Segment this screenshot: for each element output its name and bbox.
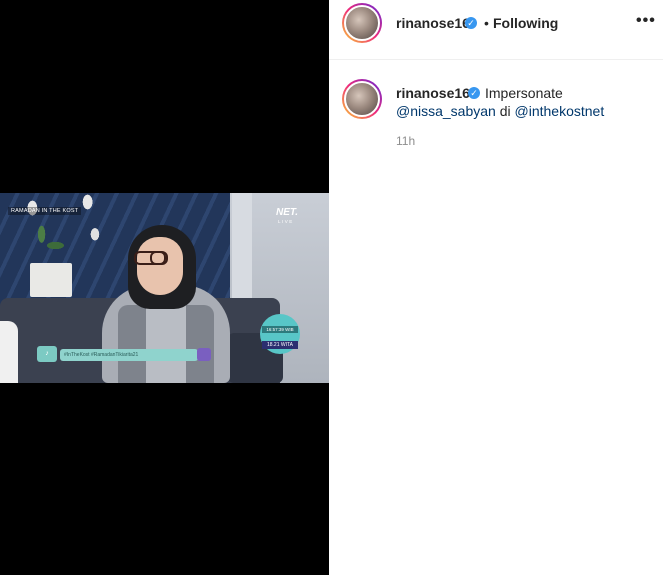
ticker-end-icon: [197, 348, 211, 361]
mention-link[interactable]: @nissa_sabyan: [396, 103, 496, 119]
clock-time-wita: 18.21 WITA: [262, 341, 298, 349]
verified-badge-icon: ✓: [465, 17, 477, 29]
username-link[interactable]: rinanose16: [396, 15, 470, 31]
ticker-bar: #InTheKost #RamadanTikiarita21: [60, 349, 198, 361]
caption-text: Impersonate: [485, 85, 563, 101]
channel-logo: NET.: [276, 207, 299, 218]
person-face: [137, 237, 183, 295]
plant-image: [14, 193, 106, 268]
post-media[interactable]: RAMADAN IN THE KOST NET. LIVE ♪ #InTheKo…: [0, 0, 329, 575]
glasses-right: [150, 251, 168, 265]
verified-badge-icon: ✓: [468, 87, 480, 99]
person-edge: [0, 321, 18, 383]
following-button[interactable]: Following: [493, 15, 558, 31]
video-frame[interactable]: RAMADAN IN THE KOST NET. LIVE ♪ #InTheKo…: [0, 193, 329, 383]
caption-username-link[interactable]: rinanose16: [396, 85, 470, 101]
live-label: LIVE: [278, 219, 294, 224]
separator-dot: •: [484, 15, 489, 31]
caption-mentions: @nissa_sabyan di @inthekostnet: [396, 103, 604, 119]
post-header: rinanose16 ✓ • Following •••: [329, 0, 663, 60]
caption-connector: di: [495, 103, 515, 119]
person-shirt: [146, 297, 186, 383]
post-timestamp[interactable]: 11h: [396, 134, 415, 148]
tiktok-icon: ♪: [37, 346, 57, 362]
program-logo: RAMADAN IN THE KOST: [8, 207, 82, 215]
mention-link[interactable]: @inthekostnet: [515, 103, 605, 119]
more-options-icon[interactable]: •••: [636, 12, 656, 30]
clock-time-wib: 16:57:39 WIB: [262, 326, 298, 333]
avatar[interactable]: [342, 79, 382, 119]
plant-pot: [30, 263, 72, 297]
avatar[interactable]: [342, 3, 382, 43]
